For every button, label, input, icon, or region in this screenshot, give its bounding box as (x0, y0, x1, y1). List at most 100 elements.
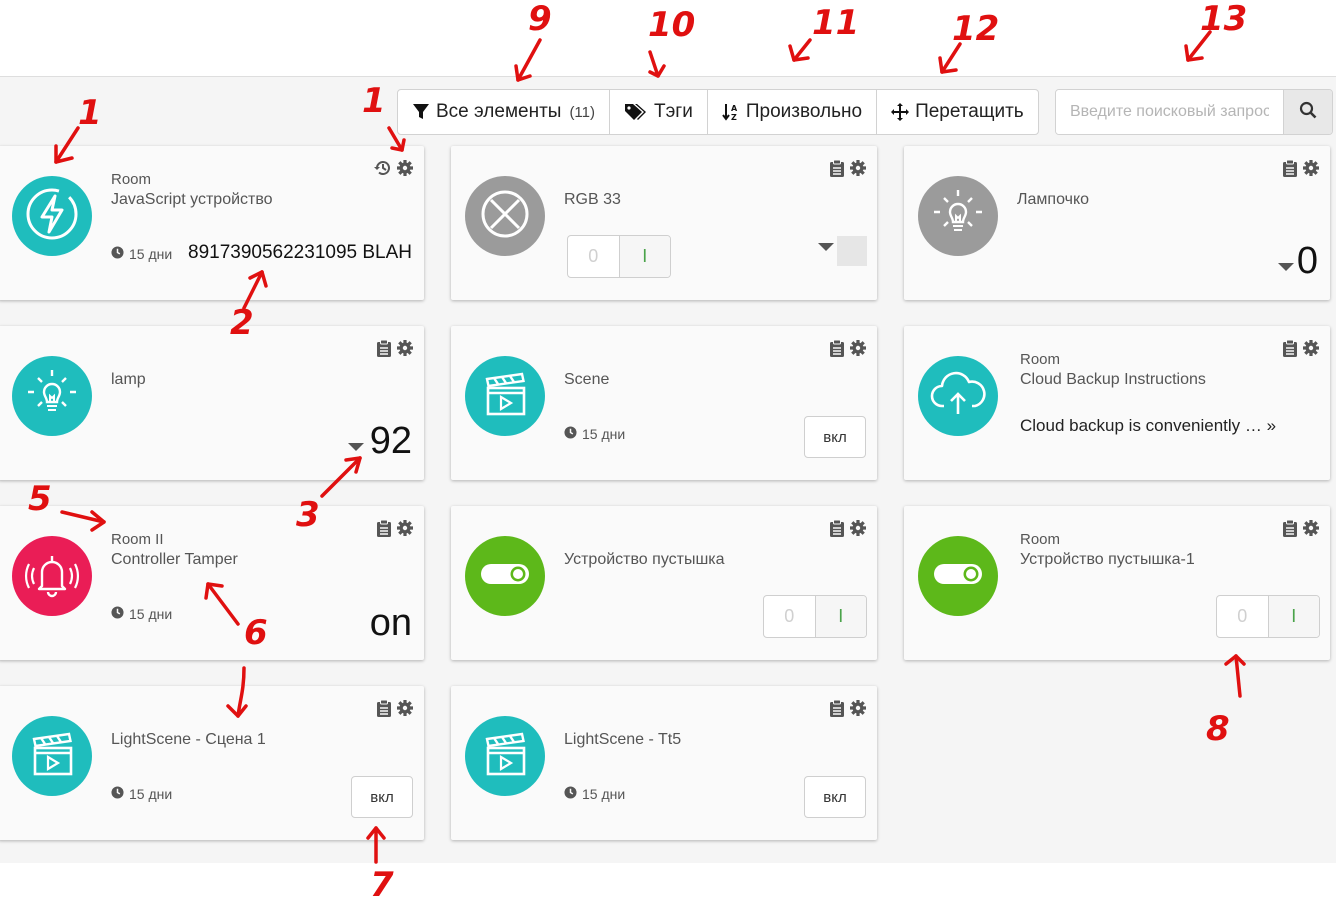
card-actions (1282, 159, 1320, 177)
clock-icon (111, 786, 124, 802)
time-label: 15 дни (129, 786, 173, 802)
clipboard-icon[interactable] (829, 519, 845, 537)
timestamp: 15 дни (111, 786, 172, 802)
gear-icon[interactable] (396, 699, 414, 717)
toggle-on[interactable]: I (1268, 596, 1319, 637)
clipboard-icon[interactable] (376, 699, 392, 717)
room-label: Room (1020, 531, 1061, 548)
search-button[interactable] (1283, 90, 1332, 134)
room-label: Room (1020, 351, 1061, 368)
device-card: Лампочко 0 (904, 146, 1330, 300)
card-actions (376, 699, 414, 717)
device-icon (918, 536, 998, 616)
clock-icon (111, 246, 124, 262)
toggle-on[interactable]: I (815, 596, 866, 637)
description-link[interactable]: Cloud backup is conveniently … » (1020, 416, 1276, 436)
device-card: Scene 15 дни вкл (451, 326, 877, 480)
card-actions (1282, 519, 1320, 537)
chevron-down-icon[interactable] (818, 243, 834, 251)
tags-label: Тэги (654, 101, 693, 122)
clipboard-icon[interactable] (1282, 159, 1298, 177)
card-actions (376, 339, 414, 357)
card-actions (374, 159, 414, 177)
chevron-down-icon[interactable] (1278, 263, 1294, 271)
sort-label: Произвольно (745, 101, 863, 122)
gear-icon[interactable] (849, 339, 867, 357)
time-label: 15 дни (129, 246, 173, 262)
device-title: LightScene - Tt5 (564, 731, 682, 748)
timestamp: 15 дни (111, 606, 172, 622)
clock-icon (564, 786, 577, 802)
annotation-number: 10 (648, 5, 696, 45)
svg-text:Z: Z (731, 113, 737, 121)
on-off-toggle[interactable]: 0 I (567, 235, 671, 278)
device-icon (918, 176, 998, 256)
time-label: 15 дни (582, 786, 626, 802)
device-card: RGB 33 0 I (451, 146, 877, 300)
card-actions (829, 699, 867, 717)
card-actions (1282, 339, 1320, 357)
tags-button[interactable]: Тэги (610, 90, 708, 134)
on-off-toggle[interactable]: 0 I (763, 595, 867, 638)
filter-all-button[interactable]: Все элементы (11) (398, 90, 610, 134)
device-icon (12, 176, 92, 256)
clapperboard-icon (477, 726, 533, 787)
move-arrows-icon (891, 103, 910, 121)
gear-icon[interactable] (396, 519, 414, 537)
device-card: Room Cloud Backup Instructions Cloud bac… (904, 326, 1330, 480)
toggle-off[interactable]: 0 (764, 596, 816, 637)
device-title: Scene (564, 371, 610, 388)
sort-button[interactable]: AZ Произвольно (708, 90, 878, 134)
device-icon (465, 176, 545, 256)
time-label: 15 дни (582, 426, 626, 442)
search-box (1055, 89, 1333, 135)
activate-scene-button[interactable]: вкл (351, 776, 413, 818)
annotation-number: 3 (296, 495, 320, 535)
activate-scene-button[interactable]: вкл (804, 416, 866, 458)
filter-all-label: Все элементы (436, 101, 562, 122)
activate-scene-button[interactable]: вкл (804, 776, 866, 818)
alarm-bell-icon (22, 546, 82, 607)
toggle-off[interactable]: 0 (568, 236, 620, 277)
clipboard-icon[interactable] (829, 339, 845, 357)
device-value: 8917390562231095 BLAH (188, 242, 412, 263)
device-icon (12, 536, 92, 616)
annotation-number: 5 (28, 479, 52, 519)
gear-icon[interactable] (1302, 339, 1320, 357)
svg-text:A: A (731, 104, 738, 113)
search-icon (1299, 101, 1317, 124)
drag-label: Перетащить (915, 101, 1024, 122)
history-icon[interactable] (374, 159, 392, 177)
gear-icon[interactable] (849, 519, 867, 537)
toggle-switch-icon (477, 559, 533, 594)
color-swatch[interactable] (837, 236, 867, 266)
chevron-down-icon[interactable] (348, 443, 364, 451)
device-title: Устройство пустышка-1 (1020, 551, 1195, 568)
search-input[interactable] (1056, 90, 1283, 134)
device-title: JavaScript устройство (111, 191, 273, 208)
device-value: on (369, 602, 412, 644)
gear-icon[interactable] (396, 159, 414, 177)
clipboard-icon[interactable] (829, 699, 845, 717)
gear-icon[interactable] (849, 699, 867, 717)
gear-icon[interactable] (1302, 519, 1320, 537)
on-off-toggle[interactable]: 0 I (1216, 595, 1320, 638)
clock-icon (111, 606, 124, 622)
gear-icon[interactable] (396, 339, 414, 357)
clipboard-icon[interactable] (1282, 339, 1298, 357)
gear-icon[interactable] (849, 159, 867, 177)
device-title: Controller Tamper (111, 551, 238, 568)
clipboard-icon[interactable] (376, 339, 392, 357)
clipboard-icon[interactable] (1282, 519, 1298, 537)
device-card: Room II Controller Tamper 15 дни on (0, 506, 424, 660)
clipboard-icon[interactable] (829, 159, 845, 177)
device-value: 0 (1296, 240, 1318, 282)
device-icon (465, 536, 545, 616)
clipboard-icon[interactable] (376, 519, 392, 537)
drag-button[interactable]: Перетащить (877, 90, 1038, 134)
toggle-off[interactable]: 0 (1217, 596, 1269, 637)
device-value: 92 (369, 420, 412, 462)
toggle-on[interactable]: I (619, 236, 670, 277)
timestamp: 15 дни (111, 246, 172, 262)
gear-icon[interactable] (1302, 159, 1320, 177)
